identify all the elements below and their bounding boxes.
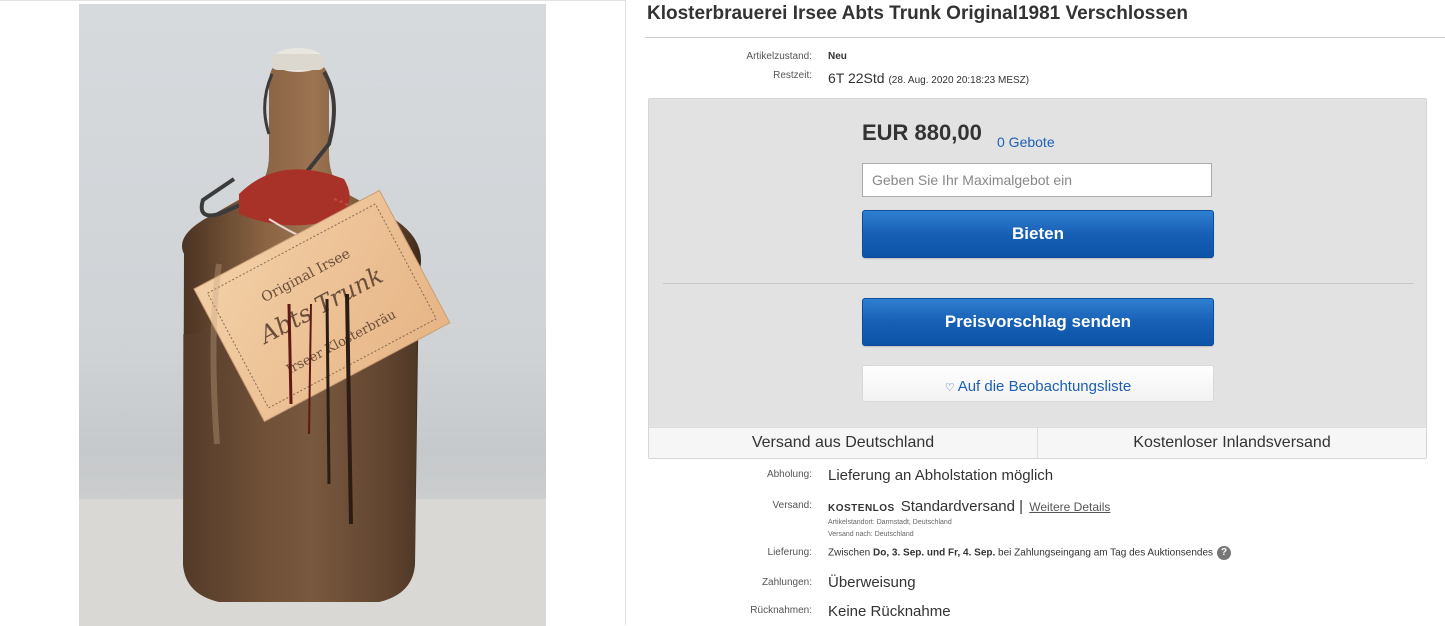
shipping-details-link[interactable]: Weitere Details (1029, 500, 1110, 514)
condition-label: Artikelzustand: (746, 51, 812, 62)
time-left-value: 6T 22Std (28. Aug. 2020 20:18:23 MESZ) (828, 70, 1029, 86)
shipping-value: KOSTENLOS Standardversand | Weitere Detai… (828, 498, 1110, 515)
item-title: Klosterbrauerei Irsee Abts Trunk Origina… (647, 3, 1189, 24)
time-left-remaining: 6T 22Std (828, 70, 885, 86)
bottle-illustration: Original Irsee Abts Trunk Irseer Kloster… (79, 48, 546, 626)
max-bid-input[interactable] (862, 163, 1212, 197)
delivery-value: Zwischen Do, 3. Sep. und Fr, 4. Sep. bei… (828, 546, 1232, 560)
returns-label: Rücknahmen: (750, 605, 812, 616)
ships-from: Versand aus Deutschland (649, 428, 1038, 458)
delivery-to: Fr, 4. Sep. (948, 547, 996, 559)
shipping-summary: Versand aus Deutschland Kostenloser Inla… (649, 427, 1426, 458)
make-offer-button[interactable]: Preisvorschlag senden (862, 298, 1214, 346)
heart-icon: ♡ (944, 382, 955, 394)
bid-count-link[interactable]: 0 Gebote (997, 134, 1055, 150)
free-domestic-shipping: Kostenloser Inlandsversand (1133, 434, 1331, 451)
current-price: EUR 880,00 (862, 120, 982, 145)
time-left-label: Restzeit: (773, 70, 812, 81)
delivery-label: Lieferung: (767, 547, 812, 558)
image-gallery: Original Irsee Abts Trunk Irseer Kloster… (0, 0, 626, 626)
returns-value: Keine Rücknahme (828, 603, 951, 620)
pickup-value: Lieferung an Abholstation möglich (828, 467, 1054, 484)
pickup-label: Abholung: (766, 469, 812, 480)
payment-label: Zahlungen: (761, 577, 812, 588)
delivery-suffix: bei Zahlungseingang am Tag des Auktionse… (995, 547, 1214, 559)
ships-to: Versand nach: Deutschland (828, 531, 914, 538)
shipping-service: Standardversand | (900, 498, 1024, 515)
watchlist-button[interactable]: ♡ Auf die Beobachtungsliste (862, 365, 1214, 402)
shipping-label: Versand: (772, 500, 812, 511)
delivery-from: Do, 3. Sep. (873, 547, 925, 559)
shipping-free-badge: KOSTENLOS (828, 503, 895, 514)
bid-box: EUR 880,00 0 Gebote Bieten Preisvorschla… (648, 98, 1427, 459)
title-divider (645, 37, 1445, 38)
watchlist-label: Auf die Beobachtungsliste (957, 378, 1132, 395)
condition-value: Neu (828, 51, 847, 62)
help-icon[interactable]: ? (1217, 546, 1232, 560)
bid-button[interactable]: Bieten (862, 210, 1214, 258)
auction-end-date: (28. Aug. 2020 20:18:23 MESZ) (888, 75, 1030, 86)
delivery-prefix: Zwischen (828, 547, 874, 559)
product-photo[interactable]: Original Irsee Abts Trunk Irseer Kloster… (79, 4, 546, 626)
listing-details: Klosterbrauerei Irsee Abts Trunk Origina… (645, 0, 1445, 625)
delivery-and: und (924, 547, 949, 559)
payment-value: Überweisung (828, 574, 916, 591)
item-location: Artikelstandort: Darmstadt, Deutschland (828, 519, 952, 526)
bid-box-divider (663, 283, 1414, 284)
